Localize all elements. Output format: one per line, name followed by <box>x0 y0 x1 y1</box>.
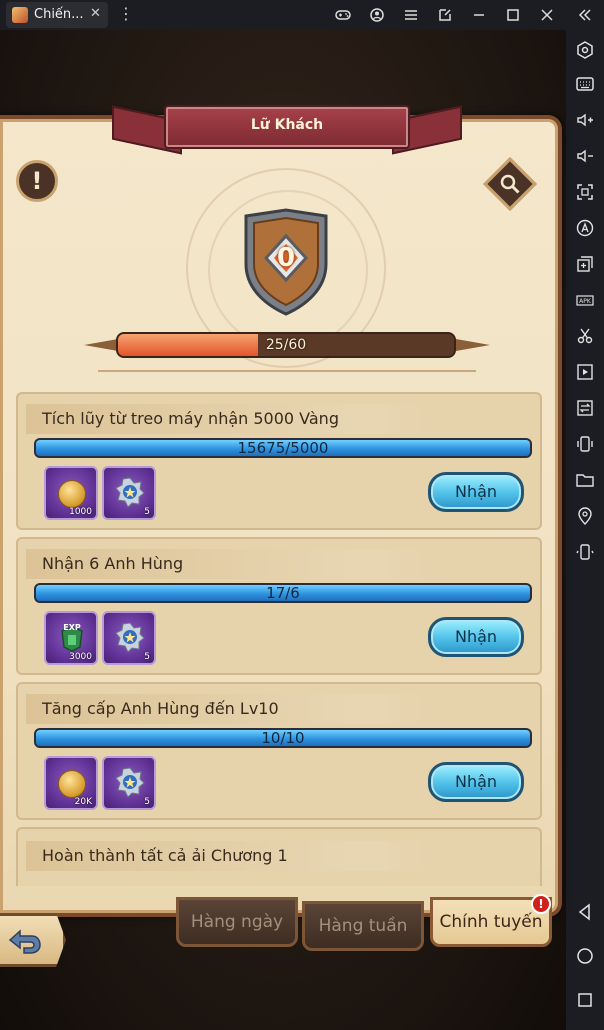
tab-title: Chiến... <box>34 7 84 22</box>
quest-item: Nhận 6 Anh Hùng 17/6 EXP 3000 5 Nhận <box>16 537 542 675</box>
reward-count: 5 <box>144 652 150 662</box>
reward-count: 5 <box>144 507 150 517</box>
emulator-sidebar: APK <box>566 30 604 1030</box>
sync-icon[interactable] <box>571 394 599 422</box>
volume-down-icon[interactable] <box>571 142 599 170</box>
exclamation-icon: ! <box>31 167 43 195</box>
medal-badge-icon <box>115 622 145 652</box>
quest-progress-text: 15675/5000 <box>237 439 329 457</box>
tab-main-story[interactable]: Chính tuyến ! <box>430 894 552 947</box>
panel-title: Lữ Khách <box>250 117 324 133</box>
keyboard-icon[interactable] <box>571 70 599 98</box>
claim-button[interactable]: Nhận <box>428 472 524 512</box>
gold-coin-icon <box>58 480 86 508</box>
volume-up-icon[interactable] <box>571 106 599 134</box>
rank-value: 0 <box>276 243 296 273</box>
screenshot-icon[interactable] <box>571 178 599 206</box>
minimize-icon[interactable] <box>462 0 496 30</box>
scissors-icon[interactable] <box>571 322 599 350</box>
macro-icon[interactable] <box>571 214 599 242</box>
title-ribbon: Lữ Khách <box>112 101 462 163</box>
popout-icon[interactable] <box>428 0 462 30</box>
multi-instance-icon[interactable] <box>571 250 599 278</box>
maximize-icon[interactable] <box>496 0 530 30</box>
gamepad-icon[interactable] <box>326 0 360 30</box>
app-tab[interactable]: Chiến... ✕ <box>6 2 108 28</box>
settings-icon[interactable] <box>571 36 599 64</box>
rotate-icon[interactable] <box>571 538 599 566</box>
gold-coin-icon <box>58 770 86 798</box>
quest-title: Tăng cấp Anh Hùng đến Lv10 <box>26 694 446 724</box>
android-home-icon[interactable] <box>571 942 599 970</box>
quest-title: Tích lũy từ treo máy nhận 5000 Vàng <box>26 404 446 434</box>
quest-list[interactable]: Tích lũy từ treo máy nhận 5000 Vàng 1567… <box>16 392 542 886</box>
medal-badge-icon <box>115 477 145 507</box>
svg-text:APK: APK <box>579 298 592 305</box>
reward-gold[interactable]: 1000 <box>44 466 98 520</box>
account-icon[interactable] <box>360 0 394 30</box>
close-icon[interactable] <box>530 0 564 30</box>
android-recents-icon[interactable] <box>571 986 599 1014</box>
info-button[interactable]: ! <box>16 160 58 202</box>
exp-icon: EXP <box>61 623 83 652</box>
notification-badge: ! <box>531 894 551 914</box>
quest-progress-text: 17/6 <box>266 584 300 602</box>
magnifier-icon <box>500 174 520 194</box>
tab-daily[interactable]: Hàng ngày <box>176 897 298 947</box>
medal-badge-icon <box>115 767 145 797</box>
reward-exp[interactable]: EXP 3000 <box>44 611 98 665</box>
claim-button[interactable]: Nhận <box>428 617 524 657</box>
quest-progress-bar: 17/6 <box>34 583 532 603</box>
tab-weekly[interactable]: Hàng tuần <box>302 901 424 951</box>
quest-item: Tích lũy từ treo máy nhận 5000 Vàng 1567… <box>16 392 542 530</box>
quest-progress-text: 10/10 <box>261 729 305 747</box>
back-button[interactable] <box>0 913 66 967</box>
folder-icon[interactable] <box>571 466 599 494</box>
quest-item: Hoàn thành tất cả ải Chương 1 <box>16 827 542 886</box>
xp-progress-text: 25/60 <box>265 337 307 353</box>
quest-title: Hoàn thành tất cả ải Chương 1 <box>26 841 446 871</box>
reward-count: 5 <box>144 797 150 807</box>
reward-gold[interactable]: 20K <box>44 756 98 810</box>
tab-close-icon[interactable]: ✕ <box>90 6 101 21</box>
menu-icon[interactable] <box>394 0 428 30</box>
divider <box>98 370 476 372</box>
claim-button[interactable]: Nhận <box>428 762 524 802</box>
quest-progress-bar: 10/10 <box>34 728 532 748</box>
return-arrow-icon <box>8 929 41 954</box>
quest-progress-bar: 15675/5000 <box>34 438 532 458</box>
more-options-icon[interactable]: ⋮ <box>118 4 134 23</box>
quest-title: Nhận 6 Anh Hùng <box>26 549 446 579</box>
collapse-sidebar-icon[interactable] <box>568 0 602 30</box>
game-app-icon <box>12 7 28 23</box>
reward-medal[interactable]: 5 <box>102 611 156 665</box>
reward-count: 1000 <box>69 507 92 517</box>
shake-icon[interactable] <box>571 430 599 458</box>
game-viewport: Lữ Khách ! 0 25/60 Tích lũy từ treo máy … <box>0 30 566 1030</box>
apk-icon[interactable]: APK <box>571 286 599 314</box>
exp-label: EXP <box>63 623 81 632</box>
tab-main-story-label: Chính tuyến <box>439 912 543 932</box>
reward-medal[interactable]: 5 <box>102 466 156 520</box>
location-icon[interactable] <box>571 502 599 530</box>
media-icon[interactable] <box>571 358 599 386</box>
emulator-titlebar: Chiến... ✕ ⋮ <box>0 0 604 30</box>
quest-item: Tăng cấp Anh Hùng đến Lv10 10/10 20K 5 N… <box>16 682 542 820</box>
xp-progress-bar: 25/60 <box>116 332 456 358</box>
reward-count: 20K <box>74 797 92 807</box>
android-back-icon[interactable] <box>571 898 599 926</box>
reward-medal[interactable]: 5 <box>102 756 156 810</box>
reward-count: 3000 <box>69 652 92 662</box>
